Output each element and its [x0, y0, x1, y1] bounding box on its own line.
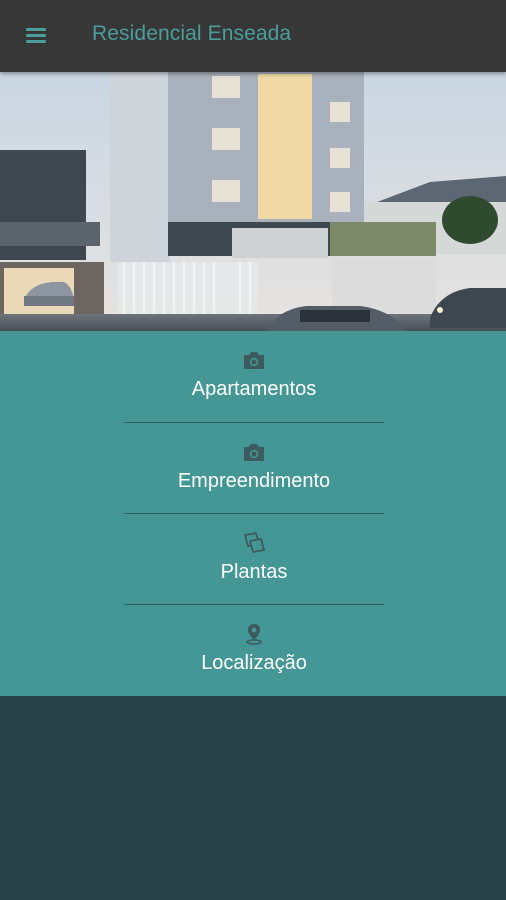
menu-item-empreendimento[interactable]: Empreendimento: [124, 423, 384, 514]
menu-item-label: Localização: [201, 652, 307, 674]
menu-item-plantas[interactable]: Plantas: [124, 514, 384, 605]
menu-item-label: Empreendimento: [177, 470, 331, 492]
menu-item-label: Apartamentos: [191, 378, 317, 400]
hero-image: [0, 72, 506, 331]
camera-icon: [244, 352, 264, 369]
map-pin-icon: [246, 624, 262, 645]
camera-icon: [244, 444, 264, 461]
app-bar: Residencial Enseada: [0, 0, 506, 72]
floorplan-icon: [244, 532, 265, 553]
menu-item-label: Plantas: [220, 561, 288, 583]
hamburger-menu-icon: [26, 28, 46, 31]
menu-button[interactable]: [20, 22, 52, 50]
empty-content-area: [0, 696, 506, 900]
menu-item-localizacao[interactable]: Localização: [124, 605, 384, 696]
menu-panel: Apartamentos Empreendimento Plantas Loca…: [0, 331, 506, 696]
menu-item-apartamentos[interactable]: Apartamentos: [124, 331, 384, 422]
app-title: Residencial Enseada: [92, 22, 292, 45]
building-render-photo: [0, 72, 506, 331]
